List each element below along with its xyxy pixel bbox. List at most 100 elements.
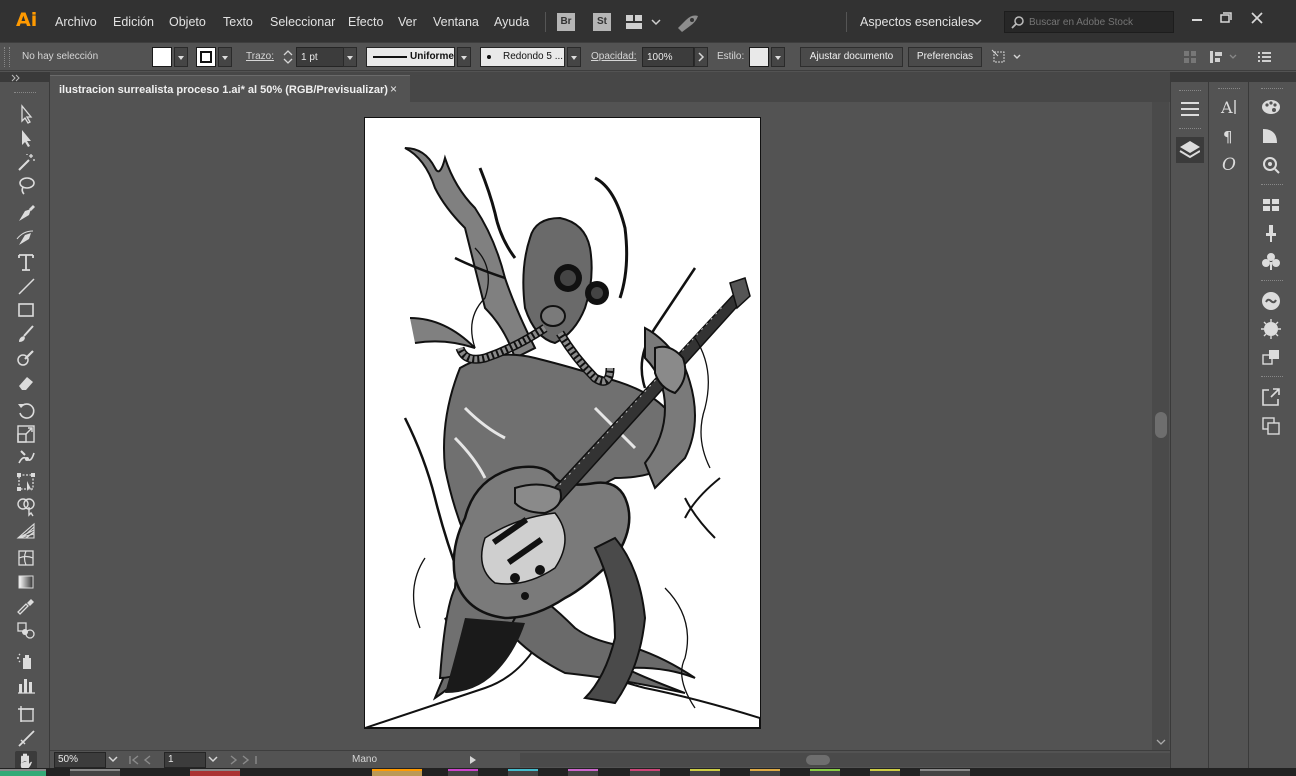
menu-ayuda[interactable]: Ayuda bbox=[494, 15, 529, 29]
paintbrush-tool-icon[interactable] bbox=[15, 323, 37, 345]
document-tab[interactable]: ilustracion surrealista proceso 1.ai* al… bbox=[50, 75, 410, 102]
rotate-tool-icon[interactable] bbox=[15, 399, 37, 421]
arrange-documents-button[interactable] bbox=[626, 14, 666, 30]
creative-cloud-libraries-icon[interactable] bbox=[1259, 290, 1283, 312]
close-window-button[interactable] bbox=[1244, 8, 1270, 28]
panel-grip[interactable] bbox=[1179, 90, 1201, 93]
lasso-tool-icon[interactable] bbox=[15, 175, 37, 197]
line-tool-icon[interactable] bbox=[15, 275, 37, 297]
taskbar-app[interactable] bbox=[448, 769, 478, 776]
vertical-scrollbar[interactable] bbox=[1152, 102, 1169, 750]
panel-grip[interactable] bbox=[1218, 88, 1240, 91]
panel-grip[interactable] bbox=[1261, 184, 1283, 187]
panel-grip[interactable] bbox=[1179, 128, 1201, 131]
panel-grip[interactable] bbox=[4, 47, 10, 67]
free-transform-tool-icon[interactable] bbox=[15, 471, 37, 493]
stock-search-box[interactable] bbox=[1004, 11, 1174, 33]
scale-tool-icon[interactable] bbox=[15, 423, 37, 445]
brush-definition[interactable]: Redondo 5 ... bbox=[480, 47, 565, 67]
taskbar-app[interactable] bbox=[568, 769, 598, 776]
artboard[interactable] bbox=[364, 117, 761, 729]
type-tool-icon[interactable] bbox=[15, 251, 37, 273]
stroke-stepper[interactable] bbox=[282, 48, 294, 66]
export-share-icon[interactable] bbox=[1259, 386, 1283, 408]
menu-objeto[interactable]: Objeto bbox=[169, 15, 206, 29]
symbols-icon[interactable] bbox=[1259, 250, 1283, 272]
panel-grip[interactable] bbox=[1261, 376, 1283, 379]
color-palette-icon[interactable] bbox=[1259, 96, 1283, 118]
adjust-document-button[interactable]: Ajustar documento bbox=[800, 47, 903, 67]
vertical-scroll-thumb[interactable] bbox=[1155, 412, 1167, 438]
align-icon[interactable] bbox=[1182, 49, 1198, 65]
taskbar-app-illustrator[interactable] bbox=[372, 769, 422, 776]
stock-button[interactable]: St bbox=[593, 13, 611, 31]
horizontal-scrollbar[interactable] bbox=[520, 753, 1180, 767]
taskbar-app[interactable] bbox=[870, 769, 900, 776]
next-last-artboard-icon[interactable] bbox=[226, 754, 260, 766]
restore-button[interactable] bbox=[1212, 8, 1238, 28]
taskbar-start-button[interactable] bbox=[0, 769, 46, 776]
stroke-dropdown[interactable] bbox=[218, 47, 232, 67]
magic-wand-tool-icon[interactable] bbox=[15, 151, 37, 173]
stroke-label[interactable]: Trazo: bbox=[246, 51, 274, 62]
profile-dropdown[interactable] bbox=[457, 47, 471, 67]
menu-edicion[interactable]: Edición bbox=[113, 15, 154, 29]
stroke-weight-field[interactable]: 1 pt bbox=[296, 47, 344, 67]
perspective-grid-tool-icon[interactable] bbox=[15, 519, 37, 541]
menu-seleccionar[interactable]: Seleccionar bbox=[270, 15, 335, 29]
stroke-weight-dropdown[interactable] bbox=[343, 47, 357, 67]
close-tab-button[interactable]: × bbox=[390, 82, 397, 96]
panel-grip[interactable] bbox=[1261, 88, 1283, 91]
fill-swatch[interactable] bbox=[152, 47, 172, 67]
eraser-tool-icon[interactable] bbox=[15, 371, 37, 393]
fill-dropdown[interactable] bbox=[174, 47, 188, 67]
panel-menu-icon[interactable] bbox=[1178, 98, 1202, 120]
zoom-dropdown-icon[interactable] bbox=[108, 756, 118, 764]
preferences-button[interactable]: Preferencias bbox=[908, 47, 982, 67]
status-menu-arrow-icon[interactable] bbox=[468, 754, 478, 766]
menu-ventana[interactable]: Ventana bbox=[433, 15, 479, 29]
taskbar-app[interactable] bbox=[508, 769, 538, 776]
taskbar-app[interactable] bbox=[810, 769, 840, 776]
brush-dropdown[interactable] bbox=[567, 47, 581, 67]
opacity-label[interactable]: Opacidad: bbox=[591, 51, 637, 62]
gpu-performance-button[interactable] bbox=[676, 12, 700, 32]
zoom-field[interactable]: 50% bbox=[54, 752, 106, 768]
control-menu-icon[interactable] bbox=[1256, 49, 1272, 65]
color-guide-icon[interactable] bbox=[1259, 125, 1283, 147]
panel-grip[interactable] bbox=[14, 92, 36, 95]
taskbar-app[interactable] bbox=[70, 769, 120, 776]
menu-ver[interactable]: Ver bbox=[398, 15, 417, 29]
symbol-sprayer-tool-icon[interactable] bbox=[15, 650, 37, 672]
curvature-tool-icon[interactable] bbox=[15, 227, 37, 249]
panel-column-header[interactable] bbox=[1209, 72, 1249, 82]
image-trace-icon[interactable] bbox=[1259, 318, 1283, 340]
character-icon[interactable]: A bbox=[1217, 96, 1241, 118]
rectangle-tool-icon[interactable] bbox=[15, 299, 37, 321]
graphic-style-dropdown[interactable] bbox=[771, 47, 785, 67]
artboards-panel-icon[interactable] bbox=[1259, 414, 1283, 436]
slice-tool-icon[interactable] bbox=[15, 727, 37, 749]
puppet-warp-tool-icon[interactable] bbox=[15, 447, 37, 469]
direct-selection-tool-icon[interactable] bbox=[15, 127, 37, 149]
shape-builder-tool-icon[interactable] bbox=[15, 495, 37, 517]
stroke-swatch[interactable] bbox=[196, 47, 216, 67]
opacity-field[interactable]: 100% bbox=[642, 47, 694, 67]
taskbar-app[interactable] bbox=[630, 769, 660, 776]
pen-tool-icon[interactable] bbox=[15, 203, 37, 225]
taskbar-app[interactable] bbox=[750, 769, 780, 776]
taskbar-app[interactable] bbox=[920, 769, 970, 776]
paragraph-icon[interactable]: ¶ bbox=[1217, 125, 1241, 147]
selection-tool-icon[interactable] bbox=[15, 103, 37, 125]
appearance-icon[interactable] bbox=[1259, 153, 1283, 175]
shaper-tool-icon[interactable] bbox=[15, 347, 37, 369]
transform-options-button[interactable] bbox=[990, 48, 1024, 66]
workspace-switcher[interactable]: Aspectos esenciales bbox=[860, 15, 974, 29]
first-prev-artboard-icon[interactable] bbox=[128, 754, 162, 766]
column-graph-tool-icon[interactable] bbox=[15, 674, 37, 696]
panel-grip[interactable] bbox=[1261, 280, 1283, 283]
panel-column-header[interactable] bbox=[1249, 72, 1296, 82]
taskbar-app[interactable] bbox=[190, 769, 240, 776]
canvas[interactable] bbox=[50, 102, 1152, 750]
scroll-down-icon[interactable] bbox=[1155, 738, 1167, 748]
